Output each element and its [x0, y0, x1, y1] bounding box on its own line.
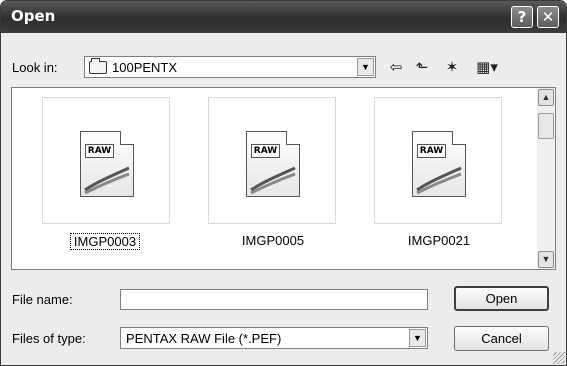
chevron-down-icon[interactable]: ▼ [357, 58, 374, 76]
scrollbar-thumb[interactable] [538, 113, 554, 139]
raw-badge: RAW [85, 144, 114, 158]
raw-file-icon: RAW [80, 131, 134, 197]
title-bar[interactable]: Open ? ✕ [1, 1, 566, 33]
resize-grip[interactable] [553, 352, 565, 364]
file-thumbnail[interactable]: RAW [208, 97, 336, 224]
file-thumbnail[interactable]: RAW [374, 97, 502, 224]
file-type-dropdown[interactable]: PENTAX RAW File (*.PEF) ▼ [120, 327, 428, 349]
scroll-down-icon[interactable]: ▼ [538, 251, 554, 268]
raw-file-icon: RAW [412, 131, 466, 197]
cancel-button[interactable]: Cancel [454, 326, 549, 351]
files-of-type-label: Files of type: [12, 331, 86, 346]
open-dialog: Open ? ✕ Look in: 100PENTX ▼ ⇦ ⬑ ✶ ▦▾ RA… [0, 0, 567, 366]
scroll-up-icon[interactable]: ▲ [538, 89, 554, 106]
file-name-input[interactable] [120, 289, 428, 310]
file-thumbnail[interactable]: RAW [42, 97, 170, 224]
back-icon[interactable]: ⇦ [386, 57, 406, 77]
views-menu-icon[interactable]: ▦▾ [471, 57, 503, 77]
raw-badge: RAW [251, 144, 280, 158]
file-list[interactable]: RAW IMGP0003 RAW IMGP0005 RAW IMGP0021 ▲… [11, 87, 556, 270]
chevron-down-icon[interactable]: ▼ [409, 329, 426, 347]
close-icon[interactable]: ✕ [537, 6, 559, 28]
file-name-label[interactable]: IMGP0021 [402, 233, 476, 248]
file-type-value: PENTAX RAW File (*.PEF) [126, 331, 282, 346]
folder-icon [89, 58, 107, 74]
raw-badge: RAW [417, 144, 446, 158]
raw-file-icon: RAW [246, 131, 300, 197]
open-button[interactable]: Open [454, 286, 549, 311]
dialog-title: Open [11, 7, 56, 25]
new-folder-icon[interactable]: ✶ [441, 57, 463, 77]
file-name-label[interactable]: IMGP0003 [70, 233, 140, 250]
file-name-label[interactable]: IMGP0005 [236, 233, 310, 248]
look-in-value: 100PENTX [112, 60, 178, 75]
file-name-field-label: File name: [12, 292, 73, 307]
look-in-label: Look in: [12, 60, 58, 75]
look-in-dropdown[interactable]: 100PENTX ▼ [84, 56, 376, 78]
help-icon[interactable]: ? [511, 6, 533, 28]
vertical-scrollbar[interactable]: ▲ ▼ [537, 88, 555, 269]
up-folder-icon[interactable]: ⬑ [412, 57, 432, 77]
